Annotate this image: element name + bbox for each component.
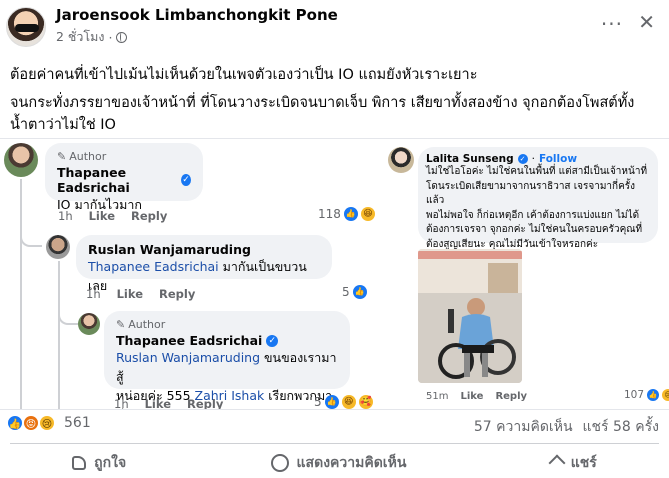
reaction-count: 5 [342,285,350,299]
post-paragraph-1: ต้อยค่าคนที่เข้าไปเม้นไม่เห็นด้วยในเพจตั… [10,67,478,83]
post-stats: 57 ความคิดเห็น แชร์ 58 ครั้ง [474,416,659,438]
comment-bubble-3: ✎ Author Thapanee Eadsrichai ✓ Ruslan Wanj… [104,311,350,409]
sunglasses-graphic [15,23,39,32]
post-meta: Jaroensook Limbanchongkit Pone 2 ชั่วโมง… [56,6,338,47]
comment-bubble-2: Ruslan Wanjamaruding Thapanee Eadsrichai… [76,235,332,293]
comment-count-link[interactable]: 57 ความคิดเห็น [474,416,573,438]
comment-actions-1: 1h Like Reply [58,209,167,223]
comment-bubble-1: ✎ Author Thapanee Eadsrichai ✓ IO มากันไวม… [45,143,203,212]
share-arrow-icon [548,454,566,472]
haha-reaction-icon: 😆 [360,207,375,221]
comment-time: 1h [86,287,101,301]
verified-icon: ✓ [266,334,279,347]
post-action-bar: ถูกใจ แสดงความคิดเห็น แชร์ [0,448,669,478]
post-image[interactable]: ✎ Author Thapanee Eadsrichai ✓ IO มากันไวม… [0,138,669,410]
author-avatar[interactable] [6,6,46,47]
comment-like-button: Like [88,209,116,223]
comment-label: แสดงความคิดเห็น [296,455,407,471]
comment-actions-right: 51m Like Reply [426,391,527,402]
comment-author-name: Thapanee Eadsrichai ✓ [116,333,338,348]
like-reaction-icon: 👍 [352,285,367,299]
comment-actions-2: 1h Like Reply [86,287,195,301]
mention-link: Thapanee Eadsrichai [88,259,219,274]
comment-like-button: Like [460,391,484,402]
commenter-avatar [388,147,414,173]
comment-author-name: Lalita Sunseng ✓ · Follow [426,153,578,165]
comment-actions-3: 1h Like Reply [114,397,224,410]
thumbs-up-icon [72,456,87,470]
comment-button[interactable]: แสดงความคิดเห็น [241,448,437,478]
comment-reply-button: Reply [495,391,528,402]
comment-text: ไม่ใช่ไอโอค่ะ ไม่ใช่คนในพื้นที่ แต่สามีเ… [426,166,648,250]
comment-reactions-3: 5 👍 😆 🥰 [314,395,373,409]
haha-reaction-icon: 😆 [341,395,356,409]
separator-dot: · [108,29,113,45]
thread-line [20,179,22,409]
reaction-count: 118 [318,207,341,221]
share-label: แชร์ [570,455,597,471]
comment-bubble-right: Lalita Sunseng ✓ · Follow ไม่ใช่ไอโอค่ะ ไ… [418,147,658,250]
wheelchair-photo-graphic [418,249,522,383]
like-label: ถูกใจ [94,455,127,471]
verified-icon: ✓ [181,174,191,186]
comment-reply-button: Reply [159,287,196,301]
post-reactions[interactable]: 👍 😡 😢 561 [6,414,91,432]
comment-time: 1h [114,397,129,410]
comment-like-button: Like [144,397,172,410]
globe-icon [116,31,128,43]
pencil-icon: ✎ [57,150,67,163]
reaction-count: 107 [624,389,645,401]
comment-author-name: Ruslan Wanjamaruding [88,242,251,257]
post-subline: 2 ชั่วโมง · [56,27,338,47]
thread-connector [58,299,78,325]
thread-line [58,261,60,409]
like-reaction-icon: 👍 [324,395,339,409]
care-reaction-icon: 🥰 [358,395,373,409]
like-reaction-icon: 👍 [647,389,660,401]
verified-icon: ✓ [517,154,528,164]
like-button[interactable]: ถูกใจ [42,448,156,478]
divider [10,443,659,444]
commenter-avatar [78,313,100,335]
comment-reply-button: Reply [131,209,168,223]
sad-reaction-icon: 😢 [38,414,56,432]
comment-reactions-right: 107 👍 😢 [624,389,669,401]
commenter-avatar [4,143,38,177]
comment-time: 51m [426,391,449,402]
comment-reply-button: Reply [187,397,224,410]
follow-link: Follow [538,153,578,165]
post-time[interactable]: 2 ชั่วโมง [56,27,105,47]
thread-connector [20,223,42,247]
post-body: ต้อยค่าคนที่เข้าไปเม้นไม่เห็นด้วยในเพจตั… [10,64,660,142]
comment-bubble-icon [270,454,289,472]
reaction-total[interactable]: 561 [64,415,91,431]
sad-reaction-icon: 😢 [662,389,669,401]
comment-reactions-2: 5 👍 [342,285,367,299]
comment-time: 1h [58,209,73,223]
more-options-button[interactable]: ··· [601,12,623,36]
mention-link: Ruslan Wanjamaruding [116,350,261,365]
comment-like-button: Like [116,287,144,301]
close-button[interactable]: ✕ [638,10,655,34]
post-header: Jaroensook Limbanchongkit Pone 2 ชั่วโมง… [6,6,338,47]
post-paragraph-2: จนกระทั่งภรรยาของเจ้าหน้าที่ ที่โดนวางระ… [10,95,635,133]
share-count-link[interactable]: แชร์ 58 ครั้ง [583,416,659,438]
author-badge: ✎ Author [116,318,166,331]
reaction-count: 5 [314,395,322,409]
commenter-avatar [46,235,70,259]
pencil-icon: ✎ [116,318,126,331]
comment-photo [418,249,522,383]
like-reaction-icon: 👍 [343,207,358,221]
comment-reactions-1: 118 👍 😆 [318,207,375,221]
comment-author-name: Thapanee Eadsrichai ✓ [57,165,191,195]
author-badge: ✎ Author [57,150,107,163]
share-button[interactable]: แชร์ [521,448,627,478]
author-name[interactable]: Jaroensook Limbanchongkit Pone [56,6,338,24]
